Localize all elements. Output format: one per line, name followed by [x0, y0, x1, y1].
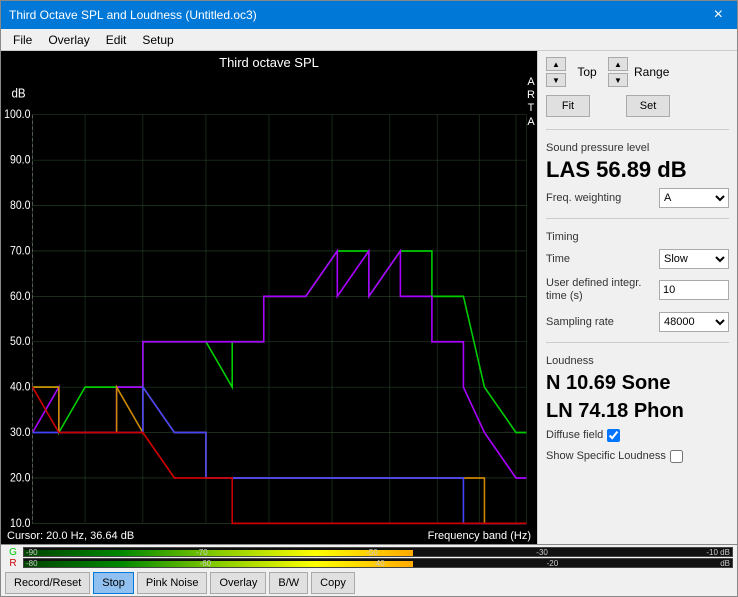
menu-edit[interactable]: Edit — [98, 31, 135, 49]
title-bar: Third Octave SPL and Loudness (Untitled.… — [1, 1, 737, 29]
fit-set-buttons: Fit Set — [546, 95, 729, 117]
menu-file[interactable]: File — [5, 31, 40, 49]
loudness-section-label: Loudness — [546, 355, 729, 367]
freq-weighting-select[interactable]: A B C Z — [659, 188, 729, 208]
spl-value: LAS 56.89 dB — [546, 158, 729, 182]
svg-text:30.0: 30.0 — [10, 427, 30, 440]
timing-section-label: Timing — [546, 231, 729, 243]
window-title: Third Octave SPL and Loudness (Untitled.… — [9, 8, 257, 22]
spl-section-label: Sound pressure level — [546, 142, 729, 154]
overlay-button[interactable]: Overlay — [210, 572, 266, 594]
g-label: G — [5, 547, 21, 558]
svg-text:60.0: 60.0 — [10, 290, 30, 303]
cursor-text: Cursor: 20.0 Hz, 36.64 dB — [7, 530, 134, 542]
sampling-rate-row: Sampling rate 48000 44100 — [546, 312, 729, 332]
user-integr-label: User defined integr. time (s) — [546, 277, 646, 303]
fit-button[interactable]: Fit — [546, 95, 590, 117]
svg-text:20.0: 20.0 — [10, 472, 30, 485]
bottom-section: G -90 -70 -50 -30 -10 dB R - — [1, 544, 737, 596]
freq-weighting-row: Freq. weighting A B C Z — [546, 188, 729, 208]
range-label: Range — [634, 65, 669, 79]
close-button[interactable]: × — [708, 4, 729, 26]
top-label: Top — [572, 65, 602, 79]
time-row: Time Slow Fast — [546, 249, 729, 269]
freq-band-label: Frequency band (Hz) — [428, 530, 531, 542]
svg-text:10.0: 10.0 — [10, 517, 30, 528]
range-down-button[interactable]: ▼ — [608, 73, 628, 87]
main-window: Third Octave SPL and Loudness (Untitled.… — [0, 0, 738, 597]
record-reset-button[interactable]: Record/Reset — [5, 572, 90, 594]
menu-setup[interactable]: Setup — [134, 31, 181, 49]
divider-1 — [546, 129, 729, 130]
time-select[interactable]: Slow Fast — [659, 249, 729, 269]
specific-loudness-checkbox[interactable] — [670, 450, 683, 463]
svg-text:90.0: 90.0 — [10, 154, 30, 167]
freq-weighting-label: Freq. weighting — [546, 192, 621, 204]
svg-text:50.0: 50.0 — [10, 336, 30, 349]
pink-noise-button[interactable]: Pink Noise — [137, 572, 208, 594]
right-panel: ▲ ▼ Top ▲ ▼ Range Fit Set Sound pressure… — [537, 51, 737, 544]
r-label: R — [5, 558, 21, 569]
n-loudness-value: N 10.69 Sone — [546, 371, 729, 395]
diffuse-field-row: Diffuse field — [546, 429, 729, 442]
bottom-buttons: Record/Reset Stop Pink Noise Overlay B/W… — [1, 570, 737, 596]
specific-loudness-row: Show Specific Loudness — [546, 450, 729, 463]
top-up-button[interactable]: ▲ — [546, 57, 566, 71]
copy-button[interactable]: Copy — [311, 572, 355, 594]
chart-title: Third octave SPL — [1, 51, 537, 74]
stop-button[interactable]: Stop — [93, 572, 134, 594]
sampling-rate-select[interactable]: 48000 44100 — [659, 312, 729, 332]
svg-text:80.0: 80.0 — [10, 200, 30, 213]
main-content: Third octave SPL ARTA — [1, 51, 737, 544]
specific-loudness-label: Show Specific Loudness — [546, 450, 666, 462]
divider-2 — [546, 218, 729, 219]
time-label: Time — [546, 253, 570, 265]
range-nav-group: ▲ ▼ — [608, 57, 628, 87]
sampling-rate-label: Sampling rate — [546, 316, 614, 328]
svg-text:dB: dB — [12, 86, 26, 101]
user-integr-input[interactable] — [659, 280, 729, 300]
set-button[interactable]: Set — [626, 95, 670, 117]
svg-text:40.0: 40.0 — [10, 381, 30, 394]
level-meters: G -90 -70 -50 -30 -10 dB R - — [1, 545, 737, 570]
arta-label: ARTA — [527, 76, 535, 129]
nav-buttons: ▲ ▼ Top ▲ ▼ Range — [546, 57, 729, 87]
svg-text:100.0: 100.0 — [4, 109, 30, 122]
r-meter-track: -80 -60 -40 -20 dB — [23, 558, 733, 568]
user-integr-row: User defined integr. time (s) — [546, 277, 729, 303]
top-down-button[interactable]: ▼ — [546, 73, 566, 87]
diffuse-field-label: Diffuse field — [546, 429, 603, 441]
svg-text:70.0: 70.0 — [10, 245, 30, 258]
chart-svg: 100.0 90.0 80.0 70.0 60.0 50.0 40.0 30.0… — [1, 74, 537, 528]
bw-button[interactable]: B/W — [269, 572, 308, 594]
diffuse-field-checkbox[interactable] — [607, 429, 620, 442]
chart-area: Third octave SPL ARTA — [1, 51, 537, 544]
divider-3 — [546, 342, 729, 343]
r-meter-row: R -80 -60 -40 -20 dB — [5, 558, 733, 568]
menu-bar: File Overlay Edit Setup — [1, 29, 737, 51]
top-nav-group: ▲ ▼ — [546, 57, 566, 87]
g-meter-row: G -90 -70 -50 -30 -10 dB — [5, 547, 733, 557]
chart-container: ARTA — [1, 74, 537, 528]
ln-loudness-value: LN 74.18 Phon — [546, 399, 729, 423]
menu-overlay[interactable]: Overlay — [40, 31, 97, 49]
g-meter-track: -90 -70 -50 -30 -10 dB — [23, 547, 733, 557]
range-up-button[interactable]: ▲ — [608, 57, 628, 71]
